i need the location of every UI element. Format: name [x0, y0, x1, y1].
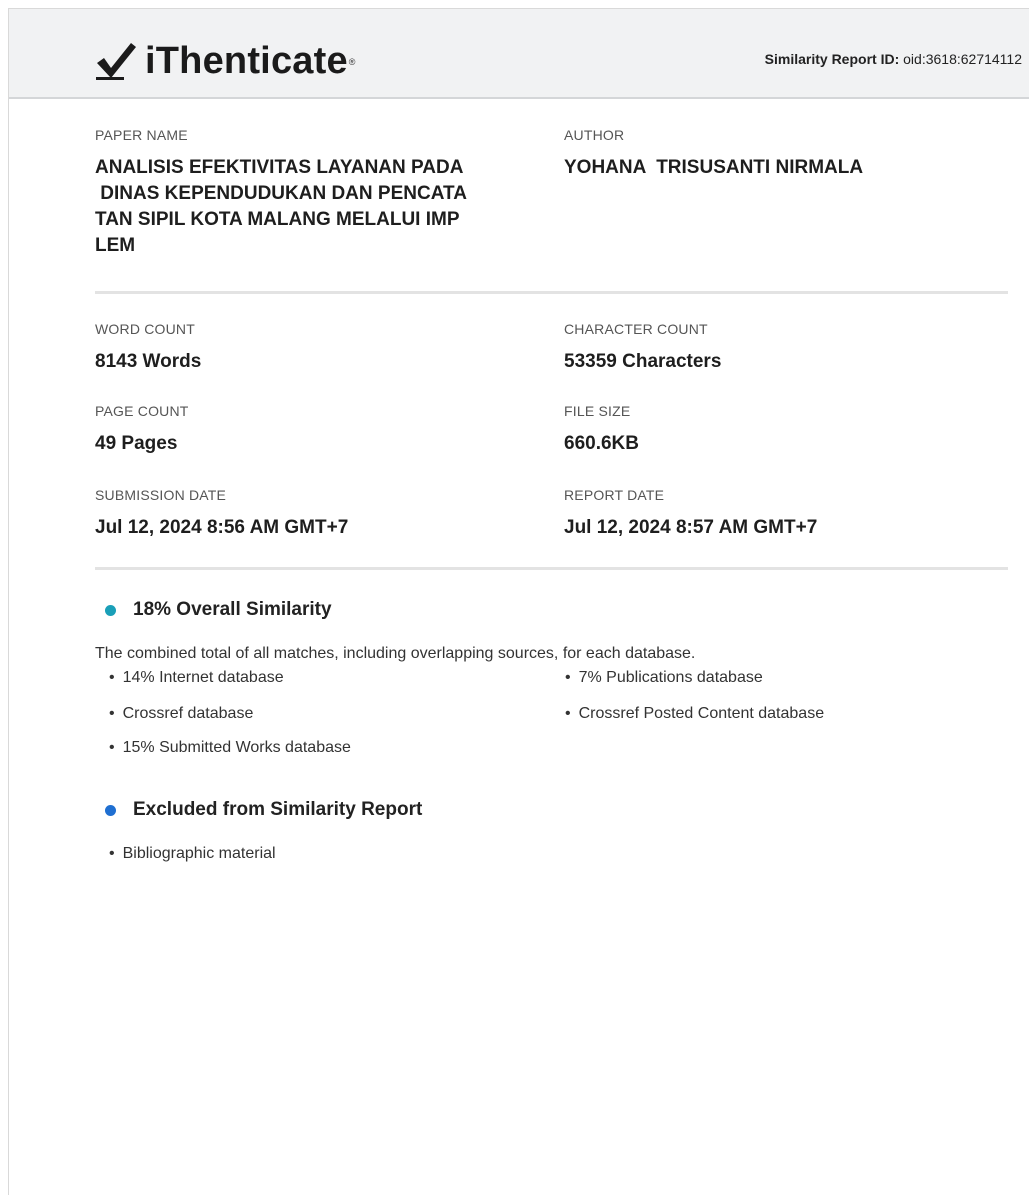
page-count-value: 49 Pages: [95, 433, 178, 454]
registered-mark: ®: [348, 57, 356, 67]
report-id-value: oid:3618:62714112: [903, 51, 1022, 67]
similarity-dot-icon: [105, 604, 116, 616]
database-item: Crossref database: [109, 705, 254, 723]
character-count-value: 53359 Characters: [564, 351, 722, 372]
database-item: Crossref Posted Content database: [565, 705, 824, 723]
report-header: iThenticate ® Similarity Report ID: oid:…: [9, 9, 1029, 99]
report-date-label: REPORT DATE: [564, 487, 665, 503]
word-count-value: 8143 Words: [95, 351, 202, 372]
divider: [95, 291, 1008, 294]
database-item: 15% Submitted Works database: [109, 739, 351, 757]
submission-date-value: Jul 12, 2024 8:56 AM GMT+7: [95, 517, 349, 538]
excluded-heading: Excluded from Similarity Report: [105, 799, 422, 821]
logo-text: iThenticate: [145, 40, 348, 82]
paper-name-line: ANALISIS EFEKTIVITAS LAYANAN PADA: [95, 157, 464, 178]
report-id-label: Similarity Report ID:: [764, 51, 900, 67]
author-value: YOHANA TRISUSANTI NIRMALA: [564, 157, 864, 178]
database-item: 14% Internet database: [109, 669, 284, 687]
report-date-value: Jul 12, 2024 8:57 AM GMT+7: [564, 517, 818, 538]
similarity-report-id: Similarity Report ID: oid:3618:62714112: [765, 51, 1022, 67]
overall-similarity-heading: 18% Overall Similarity: [105, 599, 332, 621]
paper-name-label: PAPER NAME: [95, 127, 188, 143]
paper-name-line: LEM: [95, 235, 136, 256]
page-count-label: PAGE COUNT: [95, 403, 189, 419]
excluded-heading-text: Excluded from Similarity Report: [133, 799, 423, 820]
paper-name-line: TAN SIPIL KOTA MALANG MELALUI IMP: [95, 209, 460, 230]
database-item: 7% Publications database: [565, 669, 763, 687]
word-count-label: WORD COUNT: [95, 321, 195, 337]
ithenticate-logo: iThenticate ®: [95, 37, 355, 85]
character-count-label: CHARACTER COUNT: [564, 321, 708, 337]
excluded-item: Bibliographic material: [109, 845, 276, 863]
excluded-dot-icon: [105, 804, 116, 816]
divider: [95, 567, 1008, 570]
report-page: iThenticate ® Similarity Report ID: oid:…: [8, 8, 1029, 1195]
submission-date-label: SUBMISSION DATE: [95, 487, 227, 503]
author-label: AUTHOR: [564, 127, 625, 143]
checkmark-icon: [96, 43, 136, 80]
paper-name-value: ANALISIS EFEKTIVITAS LAYANAN PADA DINAS …: [95, 155, 545, 259]
paper-name-line: DINAS KEPENDUDUKAN DAN PENCATA: [95, 183, 467, 204]
file-size-label: FILE SIZE: [564, 403, 631, 419]
overall-similarity-text: 18% Overall Similarity: [133, 599, 332, 620]
similarity-description: The combined total of all matches, inclu…: [95, 645, 696, 662]
file-size-value: 660.6KB: [564, 433, 639, 454]
